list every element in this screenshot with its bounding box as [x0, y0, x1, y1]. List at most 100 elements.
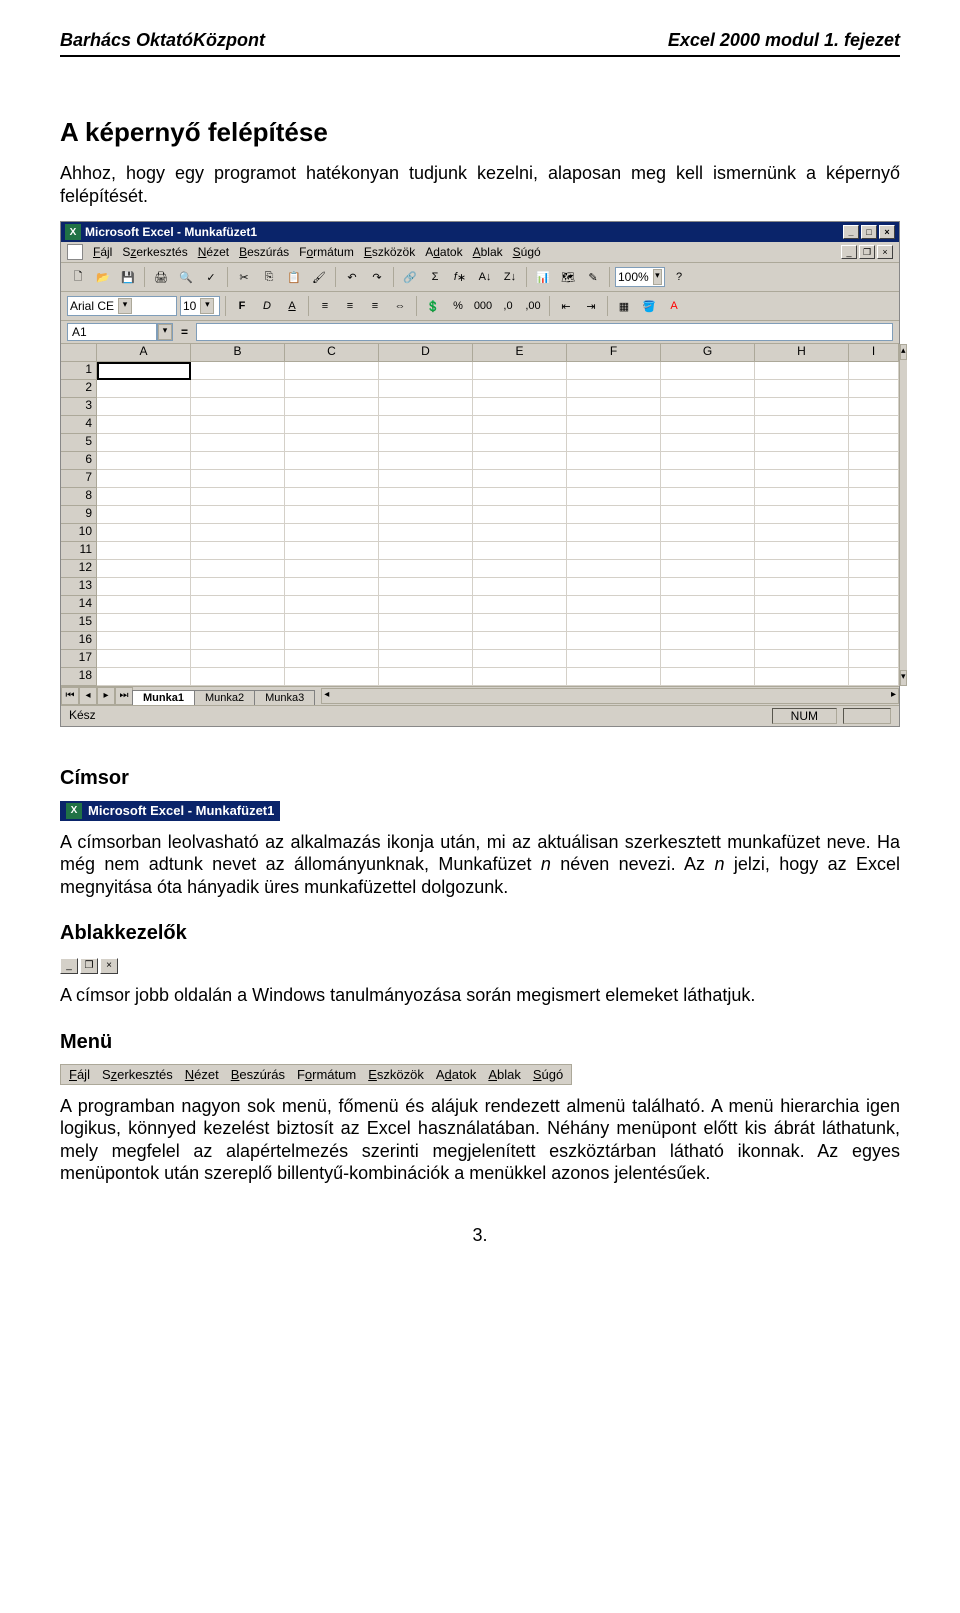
cell-A1[interactable]	[97, 362, 191, 380]
cell-F4[interactable]	[567, 416, 661, 434]
select-all-corner[interactable]	[61, 344, 97, 362]
menu-szerkesztes[interactable]: Szerkesztés	[122, 245, 187, 259]
cell-F12[interactable]	[567, 560, 661, 578]
colhead-e[interactable]: E	[473, 344, 567, 362]
cell-G13[interactable]	[661, 578, 755, 596]
sort-asc-icon[interactable]: A↓	[474, 266, 496, 288]
increase-decimal-icon[interactable]: ,0	[497, 295, 519, 317]
cell-C14[interactable]	[285, 596, 379, 614]
preview-icon[interactable]: 🔍	[175, 266, 197, 288]
cell-I11[interactable]	[849, 542, 899, 560]
cell-C16[interactable]	[285, 632, 379, 650]
cell-G16[interactable]	[661, 632, 755, 650]
align-right-icon[interactable]: ≡	[364, 295, 386, 317]
colhead-c[interactable]: C	[285, 344, 379, 362]
cell-H7[interactable]	[755, 470, 849, 488]
cell-H12[interactable]	[755, 560, 849, 578]
cell-A6[interactable]	[97, 452, 191, 470]
cell-D12[interactable]	[379, 560, 473, 578]
cell-D3[interactable]	[379, 398, 473, 416]
ex-menu-adatok[interactable]: Adatok	[436, 1067, 476, 1082]
cell-B10[interactable]	[191, 524, 285, 542]
rowhead-7[interactable]: 7	[61, 470, 97, 488]
zoom-combo[interactable]: 100%▾	[615, 267, 665, 287]
cell-H11[interactable]	[755, 542, 849, 560]
cell-G18[interactable]	[661, 668, 755, 686]
rowhead-10[interactable]: 10	[61, 524, 97, 542]
menu-eszkozok[interactable]: Eszközök	[364, 245, 415, 259]
cell-G17[interactable]	[661, 650, 755, 668]
cell-A7[interactable]	[97, 470, 191, 488]
cell-H5[interactable]	[755, 434, 849, 452]
cell-G1[interactable]	[661, 362, 755, 380]
cell-G5[interactable]	[661, 434, 755, 452]
cell-D8[interactable]	[379, 488, 473, 506]
cell-I17[interactable]	[849, 650, 899, 668]
ex-menu-szerkesztes[interactable]: Szerkesztés	[102, 1067, 173, 1082]
cell-A3[interactable]	[97, 398, 191, 416]
colhead-d[interactable]: D	[379, 344, 473, 362]
cell-I6[interactable]	[849, 452, 899, 470]
cell-H18[interactable]	[755, 668, 849, 686]
menu-sugo[interactable]: Súgó	[513, 245, 541, 259]
cell-I16[interactable]	[849, 632, 899, 650]
cell-B4[interactable]	[191, 416, 285, 434]
rowhead-11[interactable]: 11	[61, 542, 97, 560]
colhead-g[interactable]: G	[661, 344, 755, 362]
decrease-decimal-icon[interactable]: ,00	[522, 295, 544, 317]
rowhead-12[interactable]: 12	[61, 560, 97, 578]
cell-D4[interactable]	[379, 416, 473, 434]
rowhead-4[interactable]: 4	[61, 416, 97, 434]
cell-I12[interactable]	[849, 560, 899, 578]
cell-H3[interactable]	[755, 398, 849, 416]
cell-A16[interactable]	[97, 632, 191, 650]
cell-I8[interactable]	[849, 488, 899, 506]
cell-F15[interactable]	[567, 614, 661, 632]
cell-E18[interactable]	[473, 668, 567, 686]
doc-restore-button[interactable]: ❐	[859, 245, 875, 259]
fillcolor-icon[interactable]: 🪣	[638, 295, 660, 317]
rowhead-16[interactable]: 16	[61, 632, 97, 650]
cell-A18[interactable]	[97, 668, 191, 686]
cell-E7[interactable]	[473, 470, 567, 488]
colhead-h[interactable]: H	[755, 344, 849, 362]
function-icon[interactable]: f∗	[449, 266, 471, 288]
minimize-button[interactable]: _	[843, 225, 859, 239]
cell-I18[interactable]	[849, 668, 899, 686]
cell-F8[interactable]	[567, 488, 661, 506]
cell-D10[interactable]	[379, 524, 473, 542]
cell-B18[interactable]	[191, 668, 285, 686]
cell-D7[interactable]	[379, 470, 473, 488]
cell-D15[interactable]	[379, 614, 473, 632]
cell-G8[interactable]	[661, 488, 755, 506]
menu-nezet[interactable]: Nézet	[198, 245, 229, 259]
ex-menu-sugo[interactable]: Súgó	[533, 1067, 563, 1082]
cell-H10[interactable]	[755, 524, 849, 542]
cell-A8[interactable]	[97, 488, 191, 506]
ex-menu-beszuras[interactable]: Beszúrás	[231, 1067, 285, 1082]
cell-G15[interactable]	[661, 614, 755, 632]
tab-next-icon[interactable]: ▸	[97, 687, 115, 705]
cell-F6[interactable]	[567, 452, 661, 470]
rowhead-1[interactable]: 1	[61, 362, 97, 380]
cell-I10[interactable]	[849, 524, 899, 542]
cell-D9[interactable]	[379, 506, 473, 524]
cell-B12[interactable]	[191, 560, 285, 578]
cell-I3[interactable]	[849, 398, 899, 416]
chart-icon[interactable]: 📊	[532, 266, 554, 288]
cell-I1[interactable]	[849, 362, 899, 380]
italic-icon[interactable]: D	[256, 295, 278, 317]
cell-E5[interactable]	[473, 434, 567, 452]
cell-I2[interactable]	[849, 380, 899, 398]
cell-B13[interactable]	[191, 578, 285, 596]
cell-F14[interactable]	[567, 596, 661, 614]
cell-D14[interactable]	[379, 596, 473, 614]
cell-G3[interactable]	[661, 398, 755, 416]
cell-B3[interactable]	[191, 398, 285, 416]
cell-A10[interactable]	[97, 524, 191, 542]
cell-F2[interactable]	[567, 380, 661, 398]
rowhead-14[interactable]: 14	[61, 596, 97, 614]
colhead-f[interactable]: F	[567, 344, 661, 362]
cell-E14[interactable]	[473, 596, 567, 614]
new-icon[interactable]: 🗋	[67, 266, 89, 288]
